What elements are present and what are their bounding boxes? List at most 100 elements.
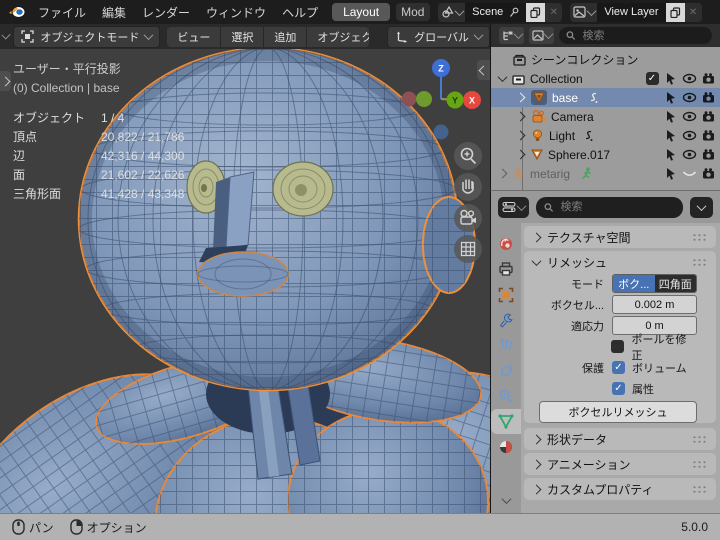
tab-constraints[interactable]	[491, 383, 521, 408]
editor-type-chevron-icon[interactable]	[1, 30, 11, 40]
blender-logo-icon[interactable]	[8, 5, 26, 19]
tab-object[interactable]	[491, 282, 521, 307]
outliner-search[interactable]	[559, 27, 712, 44]
tabs-overflow-button[interactable]	[491, 488, 521, 513]
selectable-icon[interactable]	[665, 110, 677, 123]
panel-grip[interactable]	[692, 232, 707, 242]
outliner-filter-button[interactable]	[529, 27, 554, 44]
toolbar-toggle[interactable]	[0, 71, 11, 91]
hide-eye-icon[interactable]	[682, 92, 697, 103]
menu-object[interactable]: オブジェクト	[307, 26, 370, 47]
tab-output[interactable]	[491, 256, 521, 281]
properties-search-input[interactable]	[558, 200, 675, 214]
transform-orientation-dropdown[interactable]: グローバル	[387, 25, 490, 48]
render-visibility-icon[interactable]	[702, 168, 715, 179]
hide-eye-icon[interactable]	[682, 111, 697, 122]
panel-custom-properties[interactable]: カスタムプロパティ	[524, 478, 716, 500]
scene-name-field[interactable]: Scene	[465, 2, 527, 22]
menu-file[interactable]: ファイル	[30, 0, 94, 24]
zoom-button[interactable]	[454, 142, 482, 170]
menu-render[interactable]: レンダー	[134, 0, 198, 24]
workspace-tab-layout[interactable]: Layout	[332, 3, 391, 21]
panel-texture-space[interactable]: テクスチャ空間	[524, 226, 716, 248]
panel-shape-data[interactable]: 形状データ	[524, 428, 716, 450]
menu-window[interactable]: ウィンドウ	[198, 0, 274, 24]
remesh-mode-quad-button[interactable]: 四角面	[654, 275, 696, 292]
hide-eye-icon[interactable]	[682, 149, 697, 160]
mode-dropdown[interactable]: オブジェクトモード	[13, 25, 161, 48]
row-collection[interactable]: Collection	[491, 69, 720, 88]
row-light[interactable]: Light	[491, 126, 720, 145]
render-visibility-icon[interactable]	[702, 130, 715, 141]
menu-edit[interactable]: 編集	[94, 0, 134, 24]
gizmo-axis-neg-x[interactable]	[401, 91, 417, 107]
selectable-icon[interactable]	[665, 129, 677, 142]
menu-view[interactable]: ビュー	[167, 26, 222, 47]
render-visibility-icon[interactable]	[702, 149, 715, 160]
gizmo-axis-neg-y[interactable]	[416, 91, 432, 107]
panel-grip[interactable]	[692, 484, 707, 494]
render-visibility-icon[interactable]	[702, 73, 715, 84]
tab-object-data-active[interactable]	[491, 408, 521, 435]
hide-eye-icon[interactable]	[682, 130, 697, 141]
voxel-size-field[interactable]: 0.002 m	[612, 295, 697, 314]
perspective-toggle-button[interactable]	[454, 235, 482, 263]
row-scene-collection[interactable]: シーンコレクション	[491, 50, 720, 69]
collection-exclude-checkbox[interactable]	[645, 72, 659, 85]
pin-icon[interactable]	[509, 7, 519, 18]
outliner-search-input[interactable]	[580, 28, 705, 43]
viewport-canvas[interactable]: ユーザー・平行投影 (0) Collection | base オブジェクト 1 …	[0, 49, 490, 513]
menu-select[interactable]: 選択	[221, 26, 265, 47]
hidden-eye-closed-icon[interactable]	[682, 168, 697, 179]
voxel-remesh-button[interactable]: ボクセルリメッシュ	[539, 401, 697, 423]
preserve-volume-checkbox[interactable]	[612, 361, 625, 374]
scene-new-copy-button[interactable]	[526, 2, 546, 22]
menu-add[interactable]: 追加	[264, 26, 308, 47]
gizmo-axis-neg-z[interactable]	[433, 124, 449, 140]
render-visibility-icon[interactable]	[702, 111, 715, 122]
properties-search[interactable]	[536, 196, 683, 218]
row-camera[interactable]: Camera	[491, 107, 720, 126]
properties-editor-type-button[interactable]	[498, 196, 529, 218]
expand-icon[interactable]	[515, 92, 526, 103]
tab-particles[interactable]	[491, 333, 521, 358]
row-sphere-017[interactable]: Sphere.017	[491, 145, 720, 164]
preserve-attributes-checkbox[interactable]	[612, 382, 625, 395]
tab-physics[interactable]	[491, 358, 521, 383]
expand-icon[interactable]	[515, 111, 526, 122]
row-base-selected[interactable]: base	[491, 88, 720, 107]
row-metarig[interactable]: metarig	[491, 164, 720, 183]
remesh-mode-voxel-button[interactable]: ボク...	[613, 275, 655, 292]
hide-eye-icon[interactable]	[682, 73, 697, 84]
selectable-icon[interactable]	[665, 72, 677, 85]
panel-remesh[interactable]: リメッシュ モード ボク... 四角面 ボクセル... 0.002 m 適応力 …	[524, 251, 716, 423]
right-eye[interactable]	[272, 161, 334, 217]
expand-icon[interactable]	[515, 149, 526, 160]
mouth[interactable]	[197, 251, 289, 297]
scene-browse-button[interactable]	[438, 3, 465, 22]
navigation-gizmo[interactable]: Z Y X	[396, 54, 486, 146]
expand-icon[interactable]	[497, 168, 508, 179]
tab-render[interactable]	[491, 231, 521, 256]
sidebar-toggle[interactable]	[477, 60, 490, 80]
expand-icon[interactable]	[497, 72, 508, 83]
selectable-icon[interactable]	[665, 167, 677, 180]
render-visibility-icon[interactable]	[702, 92, 715, 103]
tab-material[interactable]	[491, 434, 521, 459]
panel-grip[interactable]	[692, 434, 707, 444]
pan-button[interactable]	[454, 173, 482, 201]
selectable-icon[interactable]	[665, 91, 677, 104]
outliner-display-mode-button[interactable]	[499, 27, 524, 44]
expand-icon[interactable]	[515, 130, 526, 141]
view-layer-browse-button[interactable]	[570, 3, 597, 22]
panel-grip[interactable]	[692, 459, 707, 469]
panel-animation[interactable]: アニメーション	[524, 453, 716, 475]
workspace-tab-modeling[interactable]: Mod	[396, 3, 431, 21]
fix-poles-checkbox[interactable]	[611, 340, 625, 353]
panel-grip[interactable]	[692, 257, 707, 267]
camera-view-button[interactable]	[454, 204, 482, 232]
view-layer-name-field[interactable]: View Layer	[597, 2, 666, 22]
scene-unlink-button[interactable]: ✕	[545, 3, 562, 22]
selectable-icon[interactable]	[665, 148, 677, 161]
menu-help[interactable]: ヘルプ	[274, 0, 326, 24]
